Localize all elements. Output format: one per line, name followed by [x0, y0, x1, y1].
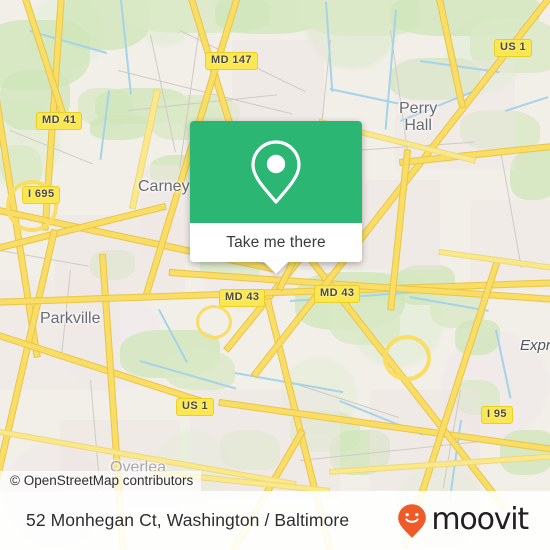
- map-label-perry-hall-line2: Hall: [404, 117, 432, 134]
- map-label-perry-hall-line1: Perry: [399, 100, 438, 117]
- map-canvas[interactable]: Carney Perry Hall Parkville Overlea Expr…: [0, 0, 550, 550]
- moovit-logo[interactable]: moovit: [397, 501, 529, 539]
- map-shield-md-43-right[interactable]: MD 43: [314, 285, 361, 303]
- map-shield-md-41[interactable]: MD 41: [36, 112, 83, 130]
- map-interchange-loop: [383, 335, 431, 381]
- map-shield-us-1-top[interactable]: US 1: [494, 39, 533, 57]
- map-label-perry-hall: Perry Hall: [399, 100, 437, 134]
- map-label-parkville: Parkville: [40, 310, 101, 327]
- map-screenshot: Carney Perry Hall Parkville Overlea Expr…: [0, 0, 550, 550]
- map-label-carney: Carney: [138, 178, 190, 195]
- moovit-smiley-pin-icon: [398, 503, 427, 538]
- popup-card-pointer: [263, 261, 289, 274]
- take-me-there-button[interactable]: Take me there: [226, 234, 326, 252]
- map-shield-us-1-bottom[interactable]: US 1: [176, 398, 215, 416]
- map-green-area: [90, 115, 150, 140]
- map-shield-md-147[interactable]: MD 147: [205, 52, 258, 70]
- location-popup-card[interactable]: Take me there: [190, 121, 362, 274]
- address-label: 52 Monhegan Ct, Washington / Baltimore: [26, 510, 350, 530]
- map-pin-icon: [251, 140, 301, 204]
- osm-attribution[interactable]: © OpenStreetMap contributors: [0, 471, 202, 491]
- map-shield-i-95[interactable]: I 95: [481, 406, 513, 424]
- map-label-expressway: Expre: [520, 337, 550, 354]
- map-green-area: [500, 430, 550, 475]
- popup-card-footer: Take me there: [190, 223, 362, 262]
- map-shield-i-695[interactable]: I 695: [22, 186, 61, 204]
- map-shield-md-43-left[interactable]: MD 43: [219, 289, 266, 307]
- map-green-area: [510, 150, 550, 200]
- footer-bar: 52 Monhegan Ct, Washington / Baltimore m…: [0, 491, 550, 550]
- popup-card-header: [190, 121, 362, 223]
- map-interchange-loop: [196, 305, 232, 339]
- map-urban-block: [470, 200, 550, 290]
- moovit-wordmark: moovit: [431, 501, 529, 537]
